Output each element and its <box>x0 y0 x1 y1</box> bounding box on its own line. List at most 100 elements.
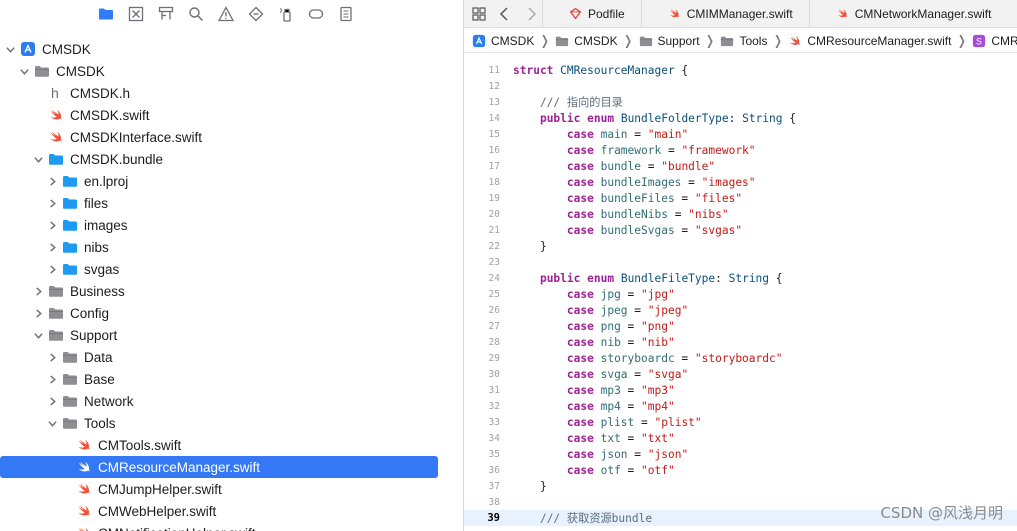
tree-row[interactable]: CMSDKInterface.swift <box>0 126 455 148</box>
code-line[interactable]: 18 case bundleImages = "images" <box>464 174 1017 190</box>
code-line[interactable]: 25 case jpg = "jpg" <box>464 286 1017 302</box>
chevron-right-icon[interactable] <box>32 285 44 297</box>
tag-icon[interactable] <box>306 4 326 24</box>
chevron-down-icon[interactable] <box>46 417 58 429</box>
tree-row[interactable]: CMResourceManager.swift <box>0 456 438 478</box>
chevron-right-icon[interactable] <box>32 307 44 319</box>
tree-row[interactable]: CMWebHelper.swift <box>0 500 455 522</box>
tree-row[interactable]: CMTools.swift <box>0 434 455 456</box>
code-line[interactable]: 23 <box>464 254 1017 270</box>
tree-row[interactable]: CMSDK.swift <box>0 104 455 126</box>
forward-arrow-icon[interactable] <box>520 3 542 25</box>
code-area[interactable]: 11 struct CMResourceManager {12 13 /// 指向的… <box>464 62 1017 531</box>
back-arrow-icon[interactable] <box>494 3 516 25</box>
tree-row[interactable]: Data <box>0 346 455 368</box>
folder-blue-icon <box>62 261 78 277</box>
spray-icon[interactable] <box>276 4 296 24</box>
chevron-down-icon[interactable] <box>32 329 44 341</box>
grid-icon[interactable] <box>468 3 490 25</box>
chevron-down-icon[interactable] <box>18 65 30 77</box>
code-line[interactable]: 13 /// 指向的目录 <box>464 94 1017 110</box>
chevron-right-icon[interactable] <box>46 197 58 209</box>
tree-row[interactable]: CMSDK.bundle <box>0 148 455 170</box>
swift-icon <box>76 503 92 519</box>
chevron-right-icon[interactable] <box>46 395 58 407</box>
code-line[interactable]: 36 case otf = "otf" <box>464 462 1017 478</box>
chevron-right-icon[interactable] <box>46 241 58 253</box>
code-line[interactable]: 14 public enum BundleFolderType: String … <box>464 110 1017 126</box>
diamond-icon[interactable] <box>246 4 266 24</box>
tree-row[interactable]: Business <box>0 280 455 302</box>
chevron-right-icon[interactable] <box>46 373 58 385</box>
code-line[interactable]: 20 case bundleNibs = "nibs" <box>464 206 1017 222</box>
code-token: = <box>620 399 642 413</box>
code-line[interactable]: 33 case plist = "plist" <box>464 414 1017 430</box>
chevron-down-icon[interactable] <box>32 153 44 165</box>
code-line[interactable]: 16 case framework = "framework" <box>464 142 1017 158</box>
tree-row[interactable]: CMSDK <box>0 60 455 82</box>
folder-icon[interactable] <box>96 4 116 24</box>
tree-row[interactable]: CMJumpHelper.swift <box>0 478 455 500</box>
code-line[interactable]: 11 struct CMResourceManager { <box>464 62 1017 78</box>
tree-row[interactable]: files <box>0 192 455 214</box>
code-line[interactable]: 31 case mp3 = "mp3" <box>464 382 1017 398</box>
chevron-right-icon[interactable] <box>46 263 58 275</box>
chevron-right-icon[interactable] <box>46 351 58 363</box>
hierarchy-icon[interactable] <box>156 4 176 24</box>
tree-row[interactable]: CMNotificationHelper.swift <box>0 522 455 531</box>
code-line[interactable]: 32 case mp4 = "mp4" <box>464 398 1017 414</box>
editor-tab[interactable]: CMNetworkManager.swift <box>808 0 1008 28</box>
tree-row[interactable]: Support <box>0 324 455 346</box>
breadcrumb-separator-icon: ❭ <box>704 32 716 48</box>
breadcrumb-item[interactable]: CMSDK <box>555 34 618 48</box>
tree-row[interactable]: svgas <box>0 258 455 280</box>
editor-tab[interactable]: Podfile <box>542 0 641 28</box>
breadcrumb-item[interactable]: CMSDK <box>472 34 534 48</box>
breadcrumb-item[interactable]: CMResourceManager.swift <box>788 34 951 48</box>
breadcrumb-item[interactable]: S CMResourceManager <box>972 34 1017 48</box>
code-line[interactable]: 12 <box>464 78 1017 94</box>
code-line[interactable]: 19 case bundleFiles = "files" <box>464 190 1017 206</box>
code-line[interactable]: 21 case bundleSvgas = "svgas" <box>464 222 1017 238</box>
chevron-right-icon[interactable] <box>46 175 58 187</box>
code-line[interactable]: 22 } <box>464 238 1017 254</box>
tree-row[interactable]: en.lproj <box>0 170 455 192</box>
warning-icon[interactable] <box>216 4 236 24</box>
chevron-right-icon[interactable] <box>46 219 58 231</box>
breadcrumb-item[interactable]: Support <box>639 34 700 48</box>
report-icon[interactable] <box>336 4 356 24</box>
editor-tab[interactable]: CMIMManager.swift <box>640 0 809 28</box>
tree-row[interactable]: Base <box>0 368 455 390</box>
breadcrumb-item[interactable]: Tools <box>720 34 767 48</box>
code-line[interactable]: 28 case nib = "nib" <box>464 334 1017 350</box>
code-line[interactable]: 17 case bundle = "bundle" <box>464 158 1017 174</box>
tree-row[interactable]: h CMSDK.h <box>0 82 455 104</box>
tree-item-label: CMTools.swift <box>98 437 182 453</box>
code-token: = <box>667 207 689 221</box>
code-line[interactable]: 37 } <box>464 478 1017 494</box>
code-line[interactable]: 35 case json = "json" <box>464 446 1017 462</box>
code-line[interactable]: 29 case storyboardc = "storyboardc" <box>464 350 1017 366</box>
code-token: "storyboardc" <box>694 351 783 365</box>
code-line[interactable]: 15 case main = "main" <box>464 126 1017 142</box>
code-line[interactable]: 26 case jpeg = "jpeg" <box>464 302 1017 318</box>
code-line[interactable]: 30 case svga = "svga" <box>464 366 1017 382</box>
tree-row[interactable]: CMSDK <box>0 38 455 60</box>
tree-row[interactable]: Network <box>0 390 455 412</box>
tree-row[interactable]: Tools <box>0 412 455 434</box>
tree-item-label: Config <box>70 305 110 321</box>
chevron-down-icon[interactable] <box>4 43 16 55</box>
code-line[interactable]: 24 public enum BundleFileType: String { <box>464 270 1017 286</box>
code-line[interactable]: 27 case png = "png" <box>464 318 1017 334</box>
search-icon[interactable] <box>186 4 206 24</box>
tree-row[interactable]: images <box>0 214 455 236</box>
x-square-icon[interactable] <box>126 4 146 24</box>
tree-row[interactable]: nibs <box>0 236 455 258</box>
code-token: = <box>634 415 655 429</box>
code-token: bundleImages <box>600 175 682 189</box>
code-line[interactable]: 34 case txt = "txt" <box>464 430 1017 446</box>
tree-row[interactable]: Config <box>0 302 455 324</box>
